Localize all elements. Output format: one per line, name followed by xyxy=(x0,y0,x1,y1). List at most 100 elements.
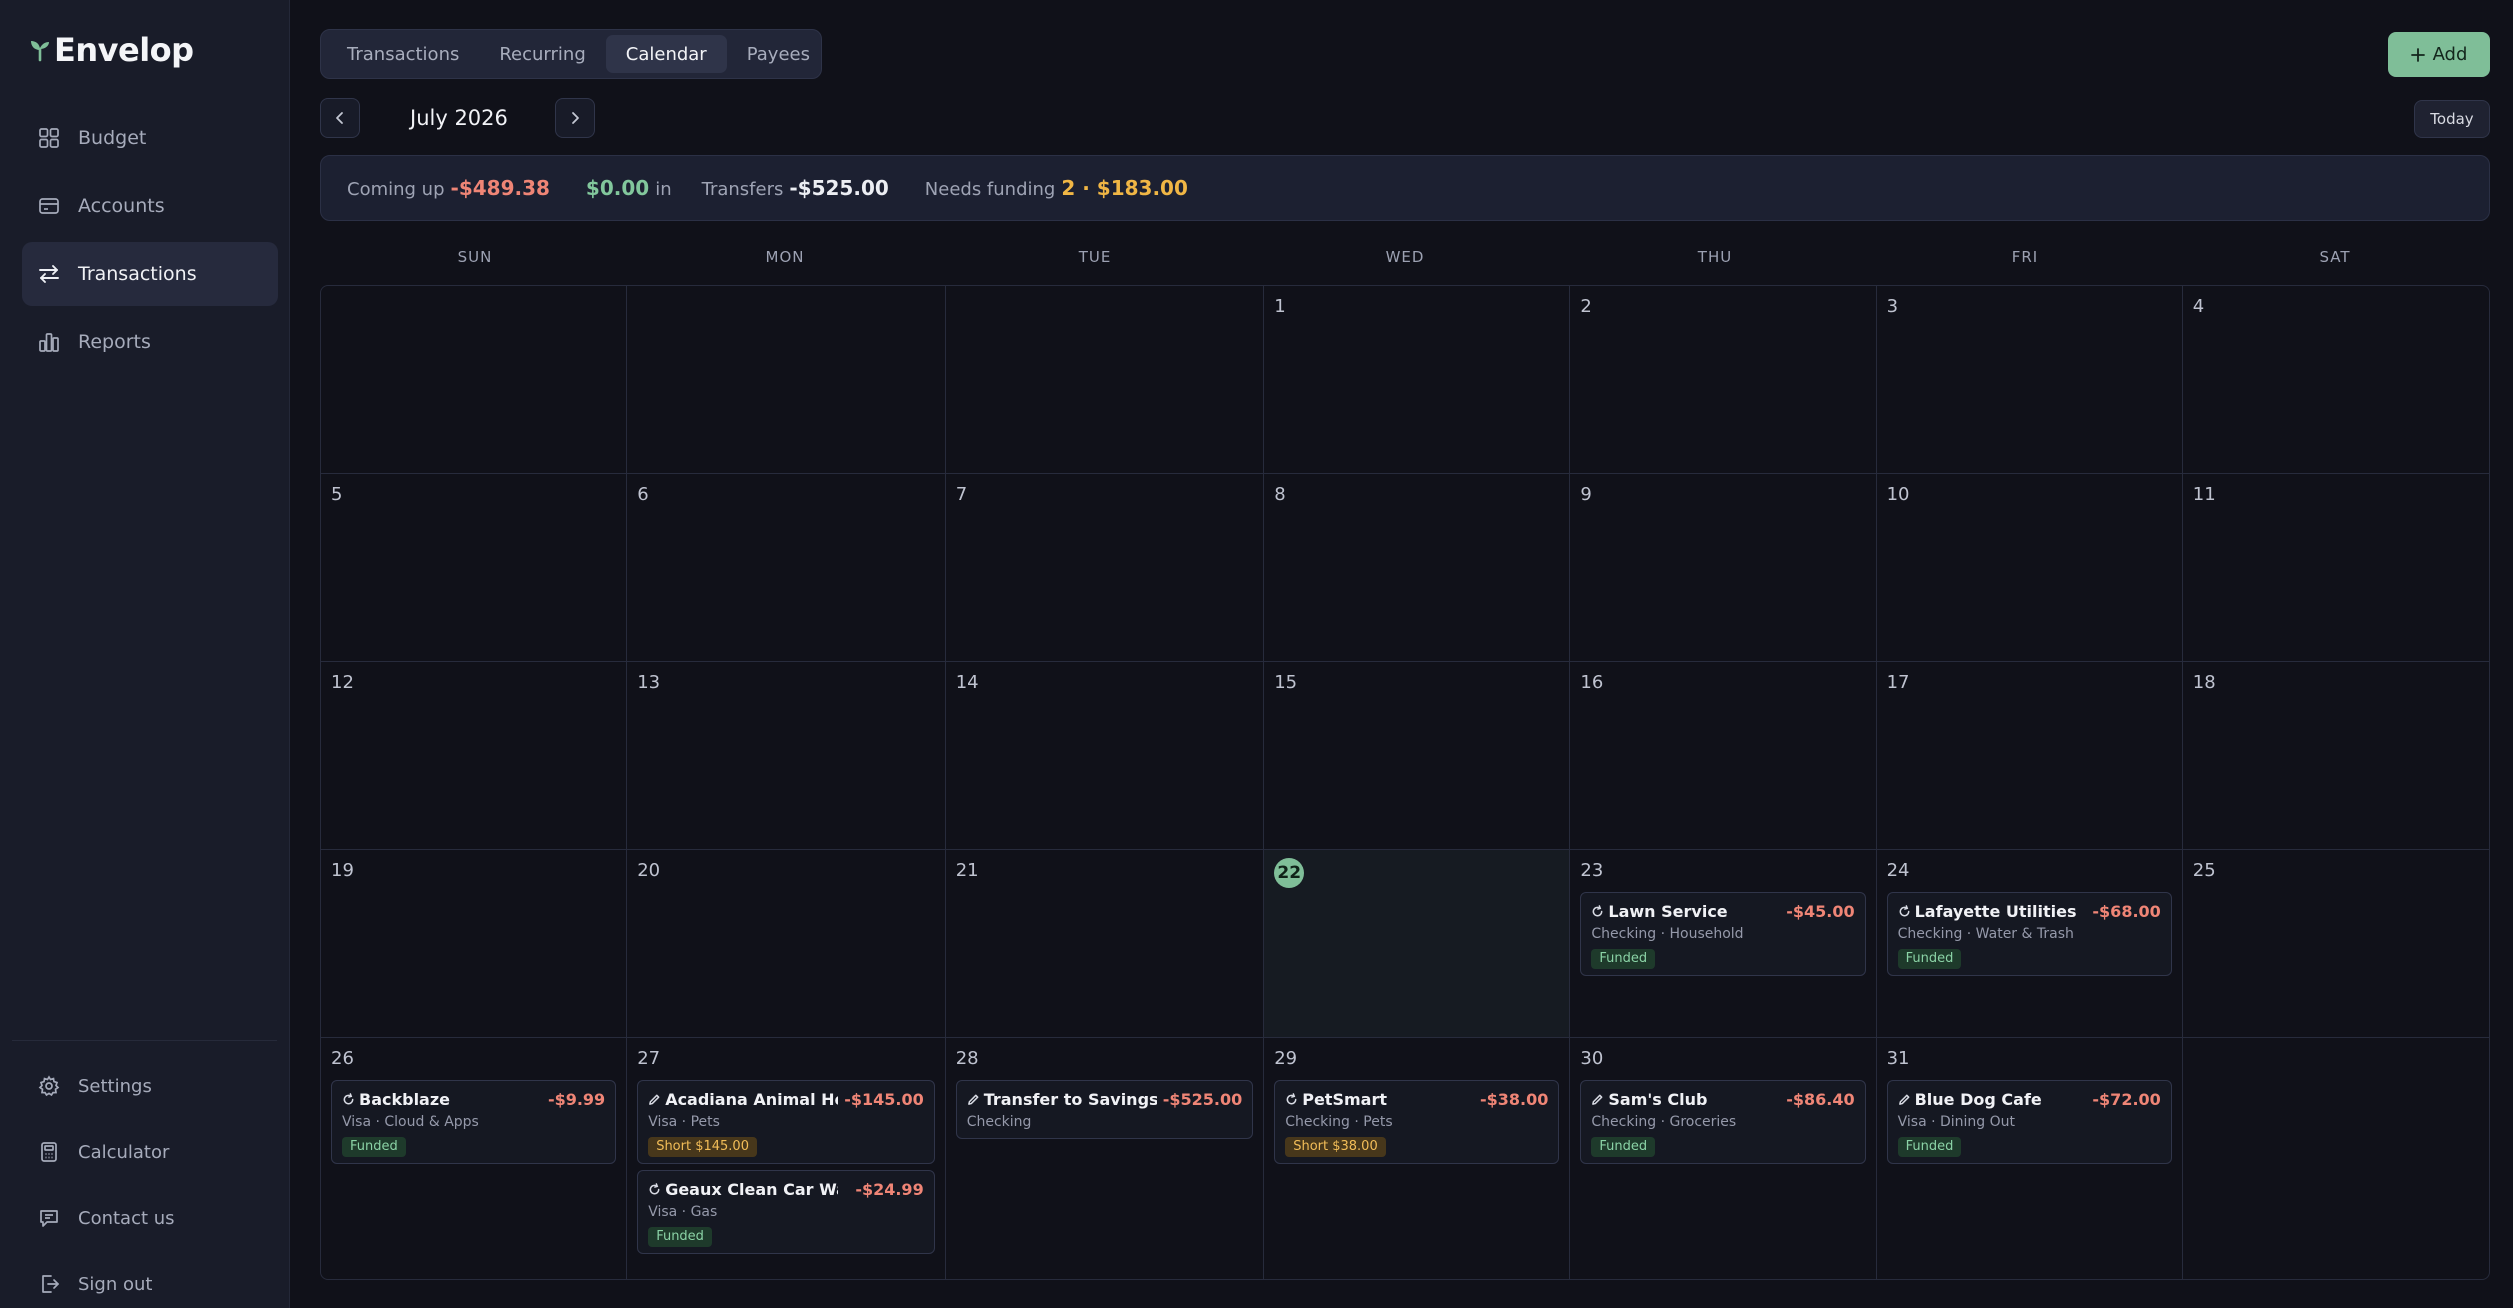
transaction-header: Sam's Club -$86.40 xyxy=(1591,1088,1855,1110)
today-button[interactable]: Today xyxy=(2414,100,2490,138)
payee-name: Transfer to Savings xyxy=(983,1089,1157,1109)
calendar-day-3[interactable]: 3 xyxy=(1876,286,2183,474)
calendar-day-6[interactable]: 6 xyxy=(627,474,946,662)
transaction-card[interactable]: PetSmart -$38.00 Checking · Pets Short $38.… xyxy=(1274,1080,1560,1164)
transaction-card[interactable]: Sam's Club -$86.40 Checking · Groceries Fun… xyxy=(1580,1080,1866,1164)
funding-status-badge: Funded xyxy=(648,1227,712,1247)
funding-status-badge: Funded xyxy=(1591,1137,1656,1157)
calendar-day-2[interactable]: 2 xyxy=(1570,286,1877,474)
transaction-amount: -$86.40 xyxy=(1786,1089,1855,1109)
calendar-day-29[interactable]: 29 PetSmart -$38.00 Checking · Pets Short $3… xyxy=(1264,1038,1571,1279)
day-number: 14 xyxy=(955,672,979,693)
calendar-day-12[interactable]: 12 xyxy=(321,662,628,850)
day-number: 4 xyxy=(2192,296,2205,317)
sidebar-item-reports[interactable]: Reports xyxy=(22,310,278,374)
sidebar-item-sign-out[interactable]: Sign out xyxy=(22,1253,278,1308)
calendar-day-18[interactable]: 18 xyxy=(2182,662,2489,850)
needs-funding-value: 2 · $183.00 xyxy=(1061,176,1188,200)
transaction-name: Lawn Service xyxy=(1591,902,1728,921)
day-number: 17 xyxy=(1886,672,1910,693)
transaction-card[interactable]: Acadiana Animal Ho... -$145.00 Visa · Pets… xyxy=(637,1080,935,1164)
main-nav: Budget Accounts Transactions Reports xyxy=(22,106,278,378)
app-logo[interactable]: Envelop xyxy=(30,28,194,72)
calendar-empty-cell xyxy=(321,286,628,474)
weekday-label: MON xyxy=(765,248,805,266)
transaction-card[interactable]: Lawn Service -$45.00 Checking · Household F… xyxy=(1580,892,1866,976)
transaction-card[interactable]: Geaux Clean Car Wash -$24.99 Visa · Gas Fun… xyxy=(637,1170,935,1254)
weekday-label: SUN xyxy=(457,248,493,266)
tab-transactions[interactable]: Transactions xyxy=(327,35,479,73)
sidebar-item-label: Calculator xyxy=(78,1141,170,1163)
sidebar-item-transactions[interactable]: Transactions xyxy=(22,242,278,306)
calendar-day-30[interactable]: 30 Sam's Club -$86.40 Checking · Groceries F… xyxy=(1570,1038,1877,1279)
calendar-day-16[interactable]: 16 xyxy=(1570,662,1877,850)
wallet-icon xyxy=(39,198,59,214)
day-number: 12 xyxy=(331,672,354,693)
grid-icon xyxy=(39,128,59,148)
calendar-day-19[interactable]: 19 xyxy=(321,850,628,1038)
calendar-day-21[interactable]: 21 xyxy=(945,850,1265,1038)
calendar-day-28[interactable]: 28 Transfer to Savings -$525.00 Checking xyxy=(946,1038,1265,1279)
transaction-amount: -$45.00 xyxy=(1786,901,1855,921)
tab-calendar[interactable]: Calendar xyxy=(605,35,727,73)
sidebar-item-accounts[interactable]: Accounts xyxy=(22,174,278,238)
tab-recurring[interactable]: Recurring xyxy=(479,35,605,73)
funding-status-badge: Funded xyxy=(342,1137,406,1157)
prev-month-button[interactable] xyxy=(320,98,360,138)
calendar-day-17[interactable]: 17 xyxy=(1876,662,2183,850)
transaction-amount: -$38.00 xyxy=(1480,1089,1549,1109)
transaction-name: Transfer to Savings xyxy=(967,1090,1157,1109)
calendar-day-14[interactable]: 14 xyxy=(945,662,1265,850)
day-number: 26 xyxy=(331,1048,354,1069)
summary-bar: Coming up -$489.38 $0.00 in Transfers -$… xyxy=(320,155,2490,221)
transaction-card[interactable]: Lafayette Utilities -$68.00 Checking · Wat… xyxy=(1886,892,2172,976)
day-number: 20 xyxy=(637,860,661,881)
calendar-day-25[interactable]: 25 xyxy=(2182,850,2489,1038)
calendar-day-1[interactable]: 1 xyxy=(1264,286,1571,474)
calendar-day-20[interactable]: 20 xyxy=(627,850,946,1038)
transaction-account-category: Visa · Dining Out xyxy=(1897,1114,2016,1130)
transaction-header: Lafayette Utilities -$68.00 xyxy=(1898,900,2161,922)
calendar-day-5[interactable]: 5 xyxy=(321,474,628,662)
funding-status-badge: Funded xyxy=(1897,1137,1962,1157)
day-number: 11 xyxy=(2192,484,2216,505)
month-title: July 2026 xyxy=(410,106,508,130)
calendar-day-24[interactable]: 24 Lafayette Utilities -$68.00 Checking · W… xyxy=(1876,850,2183,1038)
sidebar-item-budget[interactable]: Budget xyxy=(22,106,278,170)
transaction-card[interactable]: Blue Dog Cafe -$72.00 Visa · Dining Out Fun… xyxy=(1886,1080,2172,1164)
calendar-day-4[interactable]: 4 xyxy=(2182,286,2489,474)
calendar-day-8[interactable]: 8 xyxy=(1264,474,1571,662)
calendar-day-9[interactable]: 9 xyxy=(1570,474,1877,662)
transaction-card[interactable]: Transfer to Savings -$525.00 Checking xyxy=(955,1080,1254,1139)
calendar-day-26[interactable]: 26 Backblaze -$9.99 Visa · Cloud & Apps Fund… xyxy=(321,1038,628,1279)
calendar-day-11[interactable]: 11 xyxy=(2182,474,2489,662)
sidebar-item-settings[interactable]: Settings xyxy=(22,1055,278,1117)
calendar-day-27[interactable]: 27 Acadiana Animal Ho... -$145.00 Visa · Pe… xyxy=(627,1038,946,1279)
day-number: 15 xyxy=(1274,672,1298,693)
sidebar-item-label: Sign out xyxy=(78,1273,153,1295)
calendar-day-13[interactable]: 13 xyxy=(627,662,946,850)
transaction-amount: -$72.00 xyxy=(2092,1089,2161,1109)
calendar-day-23[interactable]: 23 Lawn Service -$45.00 Checking · Househol… xyxy=(1570,850,1877,1038)
day-number: 31 xyxy=(1886,1048,1910,1069)
tab-payees[interactable]: Payees xyxy=(727,35,830,73)
sidebar-item-contact-us[interactable]: Contact us xyxy=(22,1187,278,1249)
day-number: 27 xyxy=(637,1048,661,1069)
sidebar-item-calculator[interactable]: Calculator xyxy=(22,1121,278,1183)
calendar-day-15[interactable]: 15 xyxy=(1264,662,1571,850)
calendar-day-10[interactable]: 10 xyxy=(1876,474,2183,662)
calendar-day-31[interactable]: 31 Blue Dog Cafe -$72.00 Visa · Dining Out F… xyxy=(1877,1038,2183,1279)
day-number: 1 xyxy=(1274,296,1286,317)
add-button-label: Add xyxy=(2432,44,2468,65)
transaction-card[interactable]: Backblaze -$9.99 Visa · Cloud & Apps Funded xyxy=(331,1080,617,1164)
needs-funding-summary: Needs funding 2 · $183.00 xyxy=(925,176,1194,200)
calendar-day-22[interactable]: 22 xyxy=(1264,850,1571,1038)
add-button[interactable]: Add xyxy=(2388,32,2490,77)
day-number: 23 xyxy=(1580,860,1604,881)
next-month-button[interactable] xyxy=(555,98,595,138)
sprout-icon xyxy=(31,41,49,62)
income-summary: $0.00 in xyxy=(586,176,672,200)
calendar-day-7[interactable]: 7 xyxy=(945,474,1265,662)
transaction-header: Transfer to Savings -$525.00 xyxy=(967,1088,1242,1110)
day-number: 3 xyxy=(1886,296,1899,317)
